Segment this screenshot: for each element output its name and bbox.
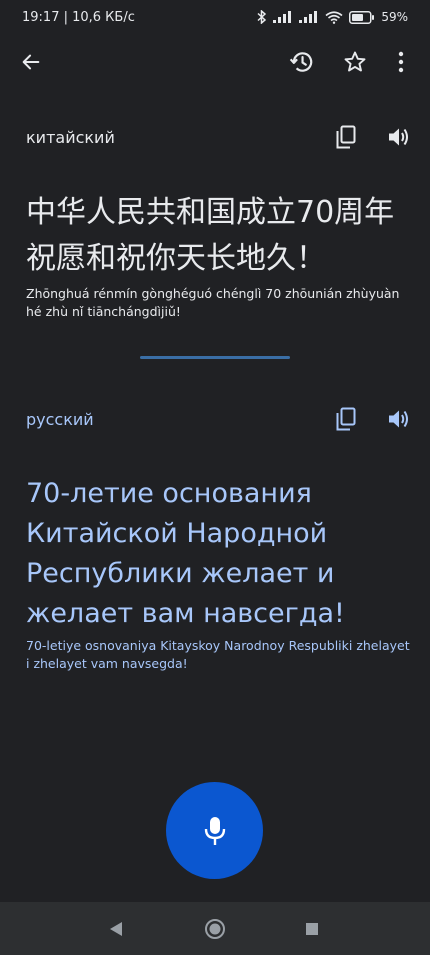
- nav-home-icon: [205, 919, 225, 939]
- status-bar: 19:17 | 10,6 КБ/с 59%: [0, 0, 430, 34]
- history-button[interactable]: [282, 42, 322, 82]
- mic-icon: [204, 816, 225, 845]
- volume-icon: [389, 410, 408, 428]
- copy-icon: [336, 407, 356, 431]
- more-options-button[interactable]: [381, 42, 421, 82]
- favorite-button[interactable]: [335, 42, 375, 82]
- star-icon: [344, 51, 366, 72]
- source-copy-button[interactable]: [328, 119, 364, 155]
- nav-recents-icon: [306, 923, 318, 935]
- target-speak-button[interactable]: [381, 401, 417, 437]
- source-romanization: Zhōnghuá rénmín gònghéguó chénglì 70 zhō…: [26, 286, 400, 319]
- status-time-speed: 19:17 | 10,6 КБ/с: [22, 9, 135, 25]
- source-speak-button[interactable]: [381, 119, 417, 155]
- wifi-icon: [325, 10, 343, 24]
- nav-recents-button[interactable]: [299, 916, 325, 942]
- volume-icon: [389, 128, 408, 146]
- target-copy-button[interactable]: [328, 401, 364, 437]
- translated-text[interactable]: 70-летие основания Китайской Народной Ре…: [26, 474, 416, 634]
- section-divider[interactable]: [140, 356, 290, 359]
- signal-icon-2: [299, 11, 318, 23]
- nav-back-button[interactable]: [103, 916, 129, 942]
- system-navigation-bar: [0, 902, 430, 955]
- source-text[interactable]: 中华人民共和国成立70周年 祝愿和祝你天长地久！: [26, 190, 404, 282]
- history-icon: [289, 52, 313, 72]
- signal-icon: [273, 11, 292, 23]
- bluetooth-icon: [257, 10, 267, 24]
- translated-romanization: 70-letiye osnovaniya Kitayskoy Narodnoy …: [26, 638, 410, 671]
- battery-percent: 59%: [381, 10, 408, 24]
- source-language-label[interactable]: китайский: [26, 128, 115, 147]
- more-vert-icon: [398, 51, 404, 73]
- voice-input-button[interactable]: [166, 782, 263, 879]
- arrow-back-icon: [22, 54, 40, 70]
- back-button[interactable]: [11, 42, 51, 82]
- app-bar: [0, 34, 430, 90]
- battery-icon: [349, 10, 375, 24]
- status-icons: 59%: [257, 10, 408, 24]
- copy-icon: [336, 125, 356, 149]
- target-language-label[interactable]: русский: [26, 410, 94, 429]
- nav-back-icon: [110, 922, 122, 936]
- nav-home-button[interactable]: [202, 916, 228, 942]
